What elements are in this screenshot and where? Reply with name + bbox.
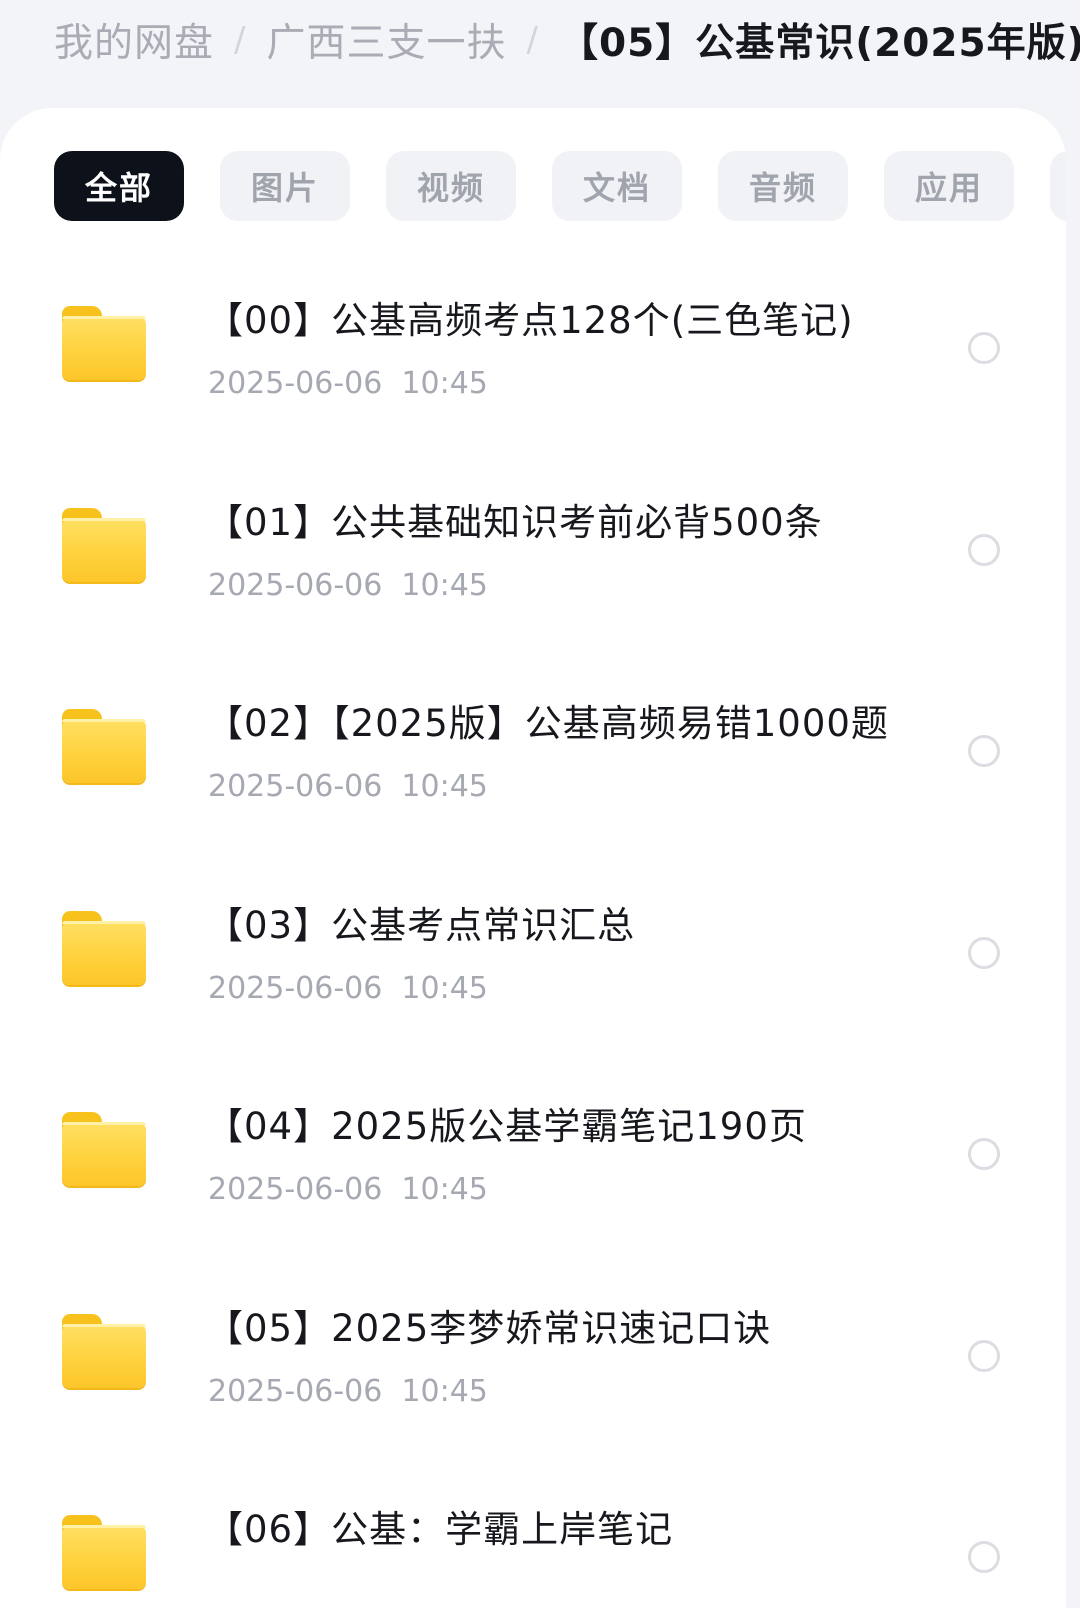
select-checkbox[interactable] (968, 332, 1000, 364)
file-name: 【00】公基高频考点128个(三色笔记) (206, 299, 854, 342)
file-time: 2025-06-06 10:45 (208, 769, 488, 804)
breadcrumb-item-my-drive[interactable]: 我的网盘 (54, 12, 214, 68)
select-checkbox[interactable] (968, 533, 1000, 566)
file-list: 【00】公基高频考点128个(三色笔记) 2025-06-06 10:45 【0… (0, 270, 1066, 1608)
tab-audio[interactable]: 音频 (718, 151, 848, 221)
file-time: 2025-06-06 10:45 (208, 970, 488, 1006)
select-checkbox[interactable] (968, 735, 1000, 767)
select-checkbox[interactable] (968, 936, 1000, 969)
list-item[interactable]: 【03】公基考点常识汇总 2025-06-06 10:45 (0, 875, 1066, 1077)
tab-apps[interactable]: 应用 (884, 151, 1014, 221)
file-name: 【01】公共基础知识考前必背500条 (206, 500, 823, 544)
list-item[interactable]: 【02】【2025版】公基高频易错1000题 2025-06-06 10:45 (0, 673, 1066, 875)
folder-icon (62, 1515, 146, 1591)
file-time: 2025-06-06 10:45 (208, 1373, 488, 1409)
list-item[interactable]: 【05】2025李梦娇常识速记口诀 2025-06-06 10:45 (0, 1278, 1066, 1480)
folder-icon (62, 910, 146, 987)
file-time: 2025-06-06 10:45 (208, 1172, 488, 1207)
breadcrumb-item-folder[interactable]: 广西三支一扶 (266, 12, 506, 68)
tab-images[interactable]: 图片 (220, 151, 350, 221)
file-name: 【03】公基考点常识汇总 (206, 903, 636, 947)
file-name: 【06】公基：学霸上岸笔记 (206, 1508, 674, 1551)
breadcrumb-current: 【05】公基常识(2025年版)、高 (558, 21, 1080, 66)
list-item[interactable]: 【00】公基高频考点128个(三色笔记) 2025-06-06 10:45 (0, 270, 1066, 472)
file-name: 【05】2025李梦娇常识速记口诀 (206, 1306, 772, 1350)
file-name: 【04】2025版公基学霸笔记190页 (206, 1105, 807, 1148)
tab-videos[interactable]: 视频 (386, 151, 516, 221)
tab-all[interactable]: 全部 (54, 151, 184, 221)
folder-icon (62, 306, 146, 382)
select-checkbox[interactable] (968, 1339, 1000, 1372)
folder-icon (62, 1112, 146, 1188)
breadcrumb-separator: / (526, 20, 539, 60)
list-item[interactable]: 【04】2025版公基学霸笔记190页 2025-06-06 10:45 (0, 1076, 1066, 1278)
list-item[interactable]: 【01】公共基础知识考前必背500条 2025-06-06 10:45 (0, 472, 1066, 674)
select-checkbox[interactable] (968, 1541, 1000, 1573)
filter-tabs: 全部 图片 视频 文档 音频 应用 (54, 151, 1066, 221)
folder-icon (62, 507, 146, 584)
tab-more[interactable] (1050, 151, 1066, 221)
breadcrumb: 我的网盘 / 广西三支一扶 / 【05】公基常识(2025年版)、高 (54, 10, 1080, 70)
tab-documents[interactable]: 文档 (552, 151, 682, 221)
folder-icon (62, 1313, 146, 1390)
folder-icon (62, 709, 146, 785)
file-time: 2025-06-06 10:45 (208, 567, 488, 603)
file-time: 2025-06-06 10:45 (208, 366, 488, 401)
select-checkbox[interactable] (968, 1138, 1000, 1170)
file-panel: 全部 图片 视频 文档 音频 应用 【00】公基高频考点128个(三色笔记) 2… (0, 108, 1066, 1608)
file-name: 【02】【2025版】公基高频易错1000题 (206, 702, 889, 745)
breadcrumb-separator: / (234, 20, 247, 60)
